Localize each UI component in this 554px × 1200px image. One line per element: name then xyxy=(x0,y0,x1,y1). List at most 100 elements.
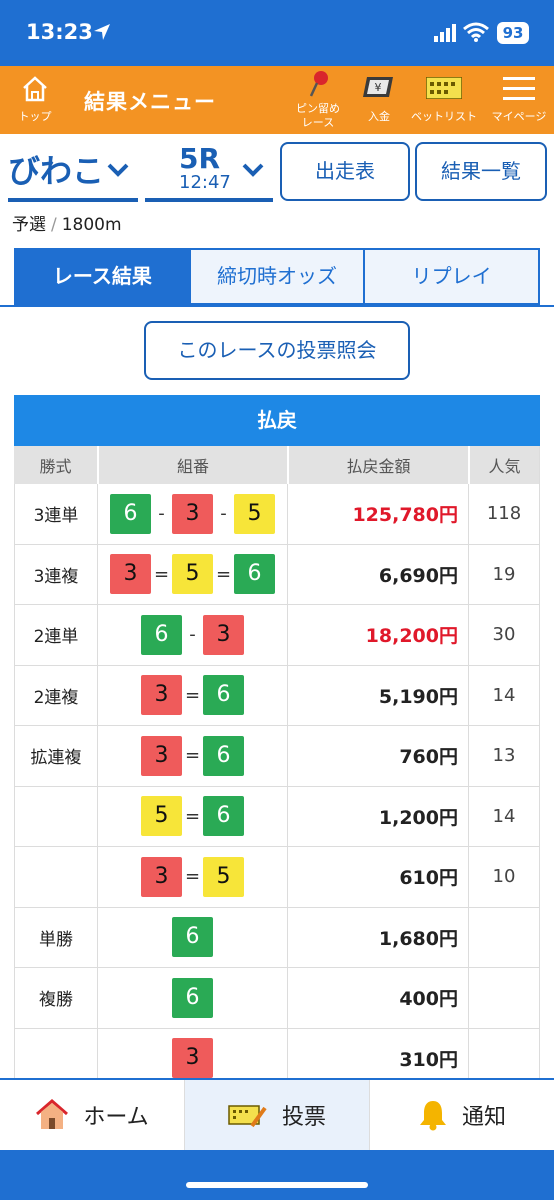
venue-underline xyxy=(8,198,138,202)
combination-cell: 6-3-5 xyxy=(97,484,287,544)
payout-amount-cell: 760円 xyxy=(287,726,468,786)
venue-selector[interactable]: びわこ xyxy=(8,142,138,202)
results-list-button[interactable]: 結果一覧 xyxy=(415,142,547,201)
pinned-race-label-1: ピン留め xyxy=(296,102,340,115)
nav-home-label: ホーム xyxy=(83,1105,149,1130)
venue-name: びわこ xyxy=(8,152,105,190)
boat-number-badge: 3 xyxy=(172,1038,213,1079)
table-row: 5 = 6 1,200円 14 xyxy=(14,786,540,847)
home-indicator xyxy=(186,1182,368,1188)
bet-type-cell: 単勝 xyxy=(14,907,97,967)
svg-text:¥: ¥ xyxy=(375,81,382,94)
bet-list-button[interactable]: ベットリスト xyxy=(408,66,480,134)
combination-separator: = xyxy=(184,684,201,706)
race-selector[interactable]: 5R 12:47 xyxy=(145,142,273,202)
separator: / xyxy=(51,215,57,235)
popularity-cell: 30 xyxy=(468,605,540,665)
boat-number-badge: 5 xyxy=(203,856,244,897)
bet-type-cell: 3連複 xyxy=(14,544,97,604)
bet-slip-icon xyxy=(426,77,462,99)
yen-ticket-icon: ¥ xyxy=(363,77,393,97)
race-category: 予選 xyxy=(12,215,46,235)
combination-separator: = xyxy=(184,805,201,827)
boat-number-badge: 6 xyxy=(141,614,182,655)
pushpin-icon xyxy=(309,71,328,97)
nav-home-button[interactable]: ホーム xyxy=(0,1080,184,1150)
popularity-cell: 14 xyxy=(468,665,540,725)
header-bet-type: 勝式 xyxy=(39,457,72,476)
chevron-down-icon xyxy=(242,163,264,177)
bet-type-cell xyxy=(14,847,97,907)
boat-number-badge: 3 xyxy=(203,614,244,655)
deposit-label: 入金 xyxy=(368,110,390,123)
boat-number-badge: 3 xyxy=(141,735,182,776)
payout-amount-cell: 1,200円 xyxy=(287,786,468,846)
pinned-race-button[interactable]: ピン留め レース xyxy=(286,66,350,134)
combination-cell: 3 = 6 xyxy=(97,665,287,725)
nav-notify-button[interactable]: 通知 xyxy=(369,1080,554,1150)
combination-separator: = xyxy=(184,866,201,888)
deposit-button[interactable]: ¥ 入金 xyxy=(356,66,402,134)
home-top-label: トップ xyxy=(18,110,52,123)
location-arrow-icon xyxy=(94,24,110,40)
status-time: 13:23 xyxy=(26,20,93,44)
tab-divider xyxy=(0,305,554,307)
boat-number-badge: 3 xyxy=(110,554,151,595)
combination-separator: - xyxy=(189,624,196,646)
bet-type-cell: 2連複 xyxy=(14,665,97,725)
house-icon xyxy=(23,76,47,102)
table-row: 複勝 6 400円 xyxy=(14,968,540,1029)
home-top-button[interactable]: トップ xyxy=(6,66,64,134)
entry-table-button[interactable]: 出走表 xyxy=(280,142,410,201)
combination-cell: 3 = 5 = 6 xyxy=(97,544,287,604)
tab-closing-odds[interactable]: 締切時オッズ xyxy=(188,250,364,303)
combination-cell: 6-3 xyxy=(97,605,287,665)
bet-slip-pencil-icon xyxy=(228,1105,267,1128)
house-icon xyxy=(36,1099,69,1129)
combination-separator: = xyxy=(153,563,170,585)
payout-title: 払戻 xyxy=(14,395,540,446)
battery-indicator: 93 xyxy=(497,22,529,44)
vote-inquiry-button[interactable]: このレースの投票照会 xyxy=(144,321,410,380)
payout-amount-cell: 125,780円 xyxy=(287,484,468,544)
table-row: 拡連複 3 = 6 760円 13 xyxy=(14,726,540,787)
tab-replay[interactable]: リプレイ xyxy=(363,250,539,303)
boat-number-badge: 3 xyxy=(141,675,182,716)
header-combination: 組番 xyxy=(97,446,287,484)
race-info: 予選/1800m xyxy=(12,210,122,235)
race-time: 12:47 xyxy=(179,172,231,193)
payout-header-row: 勝式 組番 払戻金額 人気 xyxy=(14,446,540,484)
boat-number-badge: 5 xyxy=(141,796,182,837)
payout-amount-cell: 5,190円 xyxy=(287,665,468,725)
combination-cell: 5 = 6 xyxy=(97,786,287,846)
combination-separator: - xyxy=(158,503,165,525)
mypage-button[interactable]: マイページ xyxy=(486,66,552,134)
tab-race-result[interactable]: レース結果 xyxy=(16,250,189,303)
bell-icon xyxy=(419,1101,446,1131)
nav-vote-label: 投票 xyxy=(281,1105,326,1130)
payout-amount-cell: 610円 xyxy=(287,847,468,907)
popularity-cell: 13 xyxy=(468,726,540,786)
bottom-nav: ホーム 投票 通知 xyxy=(0,1078,554,1150)
boat-number-badge: 6 xyxy=(110,493,151,534)
table-row: 3 = 5 610円 10 xyxy=(14,847,540,908)
table-row: 単勝 6 1,680円 xyxy=(14,907,540,968)
bet-type-cell: 3連単 xyxy=(14,484,97,544)
result-tabs: レース結果 締切時オッズ リプレイ xyxy=(14,248,540,305)
bet-type-cell: 拡連複 xyxy=(14,726,97,786)
home-indicator-bar xyxy=(0,1150,554,1200)
nav-vote-button[interactable]: 投票 xyxy=(184,1080,369,1150)
combination-cell: 3 = 5 xyxy=(97,847,287,907)
table-row: 3連単 6-3-5 125,780円 118 xyxy=(14,484,540,545)
race-underline xyxy=(145,198,273,202)
race-distance: 1800m xyxy=(61,215,122,235)
race-number: 5R xyxy=(179,142,221,175)
popularity-cell: 118 xyxy=(468,484,540,544)
combination-cell: 6 xyxy=(97,968,287,1028)
table-row: 2連単 6-3 18,200円 30 xyxy=(14,605,540,666)
boat-number-badge: 6 xyxy=(172,977,213,1018)
popularity-cell: 14 xyxy=(468,786,540,846)
boat-number-badge: 6 xyxy=(234,554,275,595)
boat-number-badge: 5 xyxy=(234,493,275,534)
bet-type-cell: 2連単 xyxy=(14,605,97,665)
